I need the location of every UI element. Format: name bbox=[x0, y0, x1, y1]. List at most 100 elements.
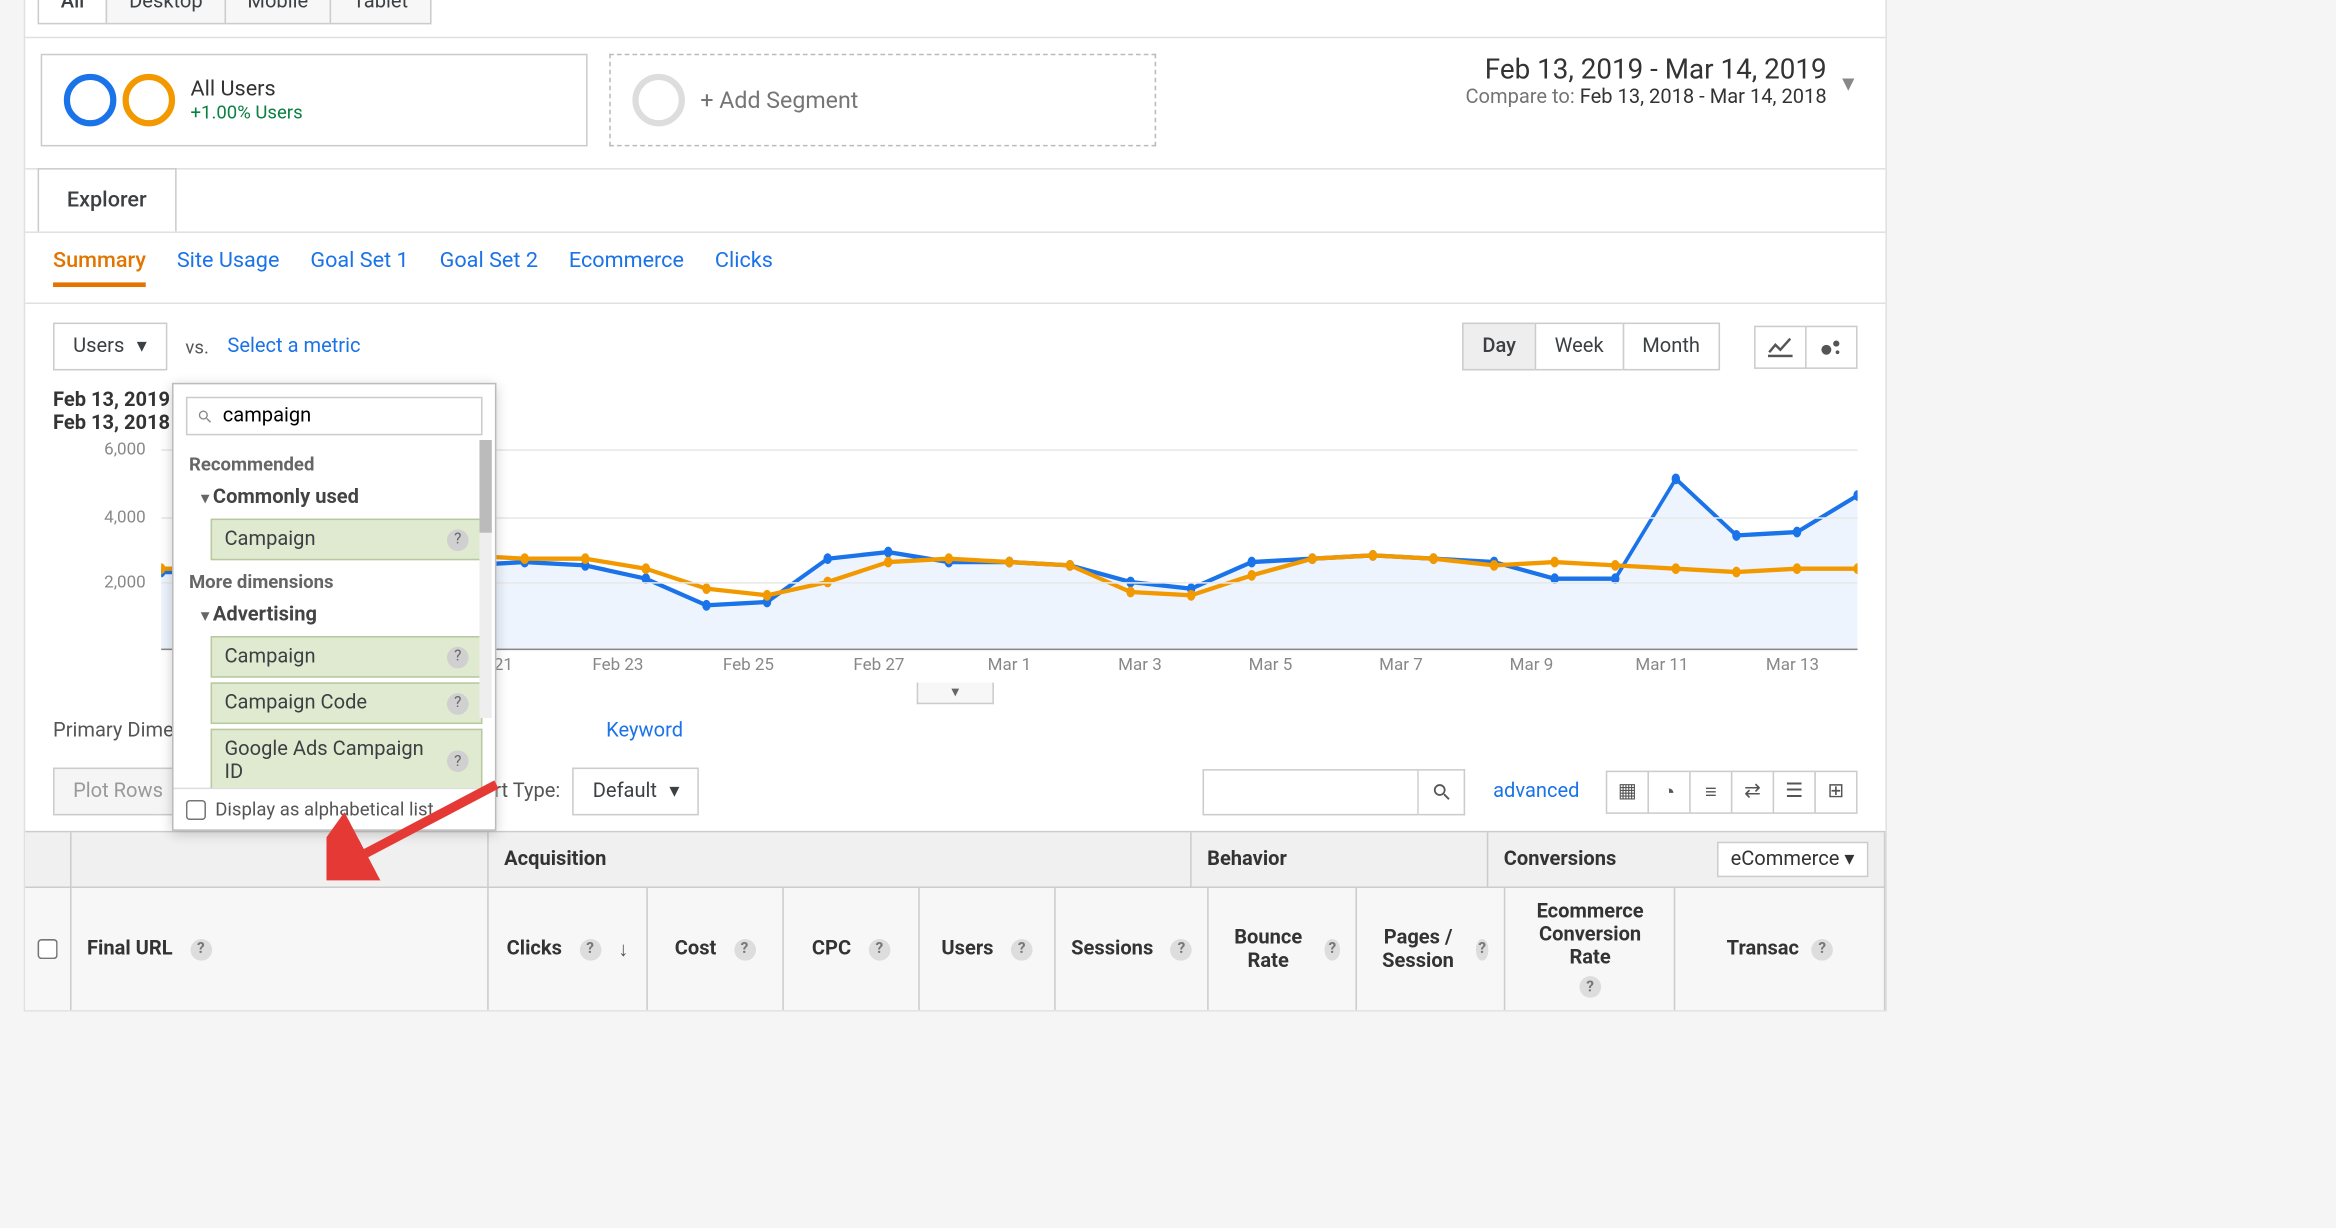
dimension-alpha-toggle[interactable]: Display as alphabetical list bbox=[174, 788, 495, 830]
device-tab-mobile[interactable]: Mobile bbox=[224, 0, 331, 24]
view-performance[interactable]: ≡ bbox=[1689, 770, 1732, 813]
summary-tab-goal1[interactable]: Goal Set 1 bbox=[310, 248, 408, 287]
dim-item-campaign[interactable]: Campaign? bbox=[211, 519, 483, 561]
summary-tab-clicks[interactable]: Clicks bbox=[715, 248, 773, 287]
dim-section-recommended: Recommended bbox=[186, 448, 483, 482]
motion-chart-button[interactable] bbox=[1805, 325, 1858, 368]
chart: Feb 13, 2019 Feb 13, 2018 6,000 4,000 2,… bbox=[53, 389, 1858, 683]
search-icon bbox=[197, 407, 214, 426]
dim-item-campaign-adv[interactable]: Campaign? bbox=[211, 636, 483, 678]
help-icon[interactable]: ? bbox=[1011, 938, 1033, 960]
line-chart-button[interactable] bbox=[1754, 325, 1807, 368]
summary-tab-site-usage[interactable]: Site Usage bbox=[177, 248, 280, 287]
chart-date-labels: Feb 13, 2019 Feb 13, 2018 bbox=[53, 389, 170, 435]
gran-month[interactable]: Month bbox=[1622, 323, 1720, 371]
checkbox-header bbox=[25, 832, 71, 886]
col-pages-session[interactable]: Pages / Session? bbox=[1358, 888, 1506, 1010]
plot-rows-button[interactable]: Plot Rows bbox=[53, 768, 183, 816]
metric-row: Users▾ vs. Select a metric Day Week Mont… bbox=[25, 304, 1885, 389]
device-tab-desktop[interactable]: Desktop bbox=[106, 0, 226, 24]
scrollbar[interactable] bbox=[479, 440, 491, 718]
col-users[interactable]: Users ? bbox=[920, 888, 1056, 1010]
col-cpc[interactable]: CPC ? bbox=[784, 888, 920, 1010]
help-icon[interactable]: ? bbox=[447, 529, 469, 551]
help-icon[interactable]: ? bbox=[1579, 976, 1601, 998]
col-ecr[interactable]: Ecommerce Conversion Rate? bbox=[1506, 888, 1676, 1010]
data-table: Acquisition Behavior Conversions eCommer… bbox=[25, 831, 1885, 1010]
advanced-link[interactable]: advanced bbox=[1493, 780, 1579, 803]
bubble-chart-icon bbox=[1819, 336, 1844, 358]
date-range-picker[interactable]: Feb 13, 2019 - Mar 14, 2019 Compare to: … bbox=[1465, 54, 1870, 110]
vs-label: vs. bbox=[185, 336, 208, 358]
summary-tabs: Summary Site Usage Goal Set 1 Goal Set 2… bbox=[25, 231, 1885, 304]
summary-tab-summary[interactable]: Summary bbox=[53, 248, 146, 287]
sort-type-dropdown[interactable]: Default▾ bbox=[573, 768, 700, 816]
col-transactions[interactable]: Transac? bbox=[1676, 888, 1886, 1010]
device-tabs: All Desktop Mobile Tablet bbox=[25, 0, 1885, 37]
view-data-table[interactable]: ▦ bbox=[1606, 770, 1649, 813]
device-tab-all[interactable]: All bbox=[38, 0, 108, 24]
segment-row: All Users +1.00% Users + Add Segment Feb… bbox=[25, 37, 1885, 168]
dimension-popover: Recommended Commonly used Campaign? More… bbox=[172, 383, 496, 831]
table-search-button[interactable] bbox=[1419, 768, 1465, 814]
select-metric-link[interactable]: Select a metric bbox=[227, 335, 360, 358]
table-header-groups: Acquisition Behavior Conversions eCommer… bbox=[25, 832, 1885, 888]
table-search-input[interactable] bbox=[1203, 768, 1419, 814]
date-compare: Compare to: Feb 13, 2018 - Mar 14, 2018 bbox=[1465, 86, 1826, 109]
explorer-tabs: Explorer bbox=[25, 168, 1885, 231]
chevron-down-icon: ▾ bbox=[137, 335, 147, 358]
col-clicks[interactable]: Clicks ? ↓ bbox=[489, 888, 648, 1010]
help-icon[interactable]: ? bbox=[447, 646, 469, 668]
view-term-cloud[interactable]: ☰ bbox=[1773, 770, 1816, 813]
time-granularity: Day Week Month bbox=[1464, 323, 1720, 371]
alpha-checkbox[interactable] bbox=[186, 799, 206, 819]
help-icon[interactable]: ? bbox=[447, 693, 469, 715]
device-tab-tablet[interactable]: Tablet bbox=[330, 0, 432, 24]
dim-item-ga-campaign-id[interactable]: Google Ads Campaign ID? bbox=[211, 729, 483, 788]
select-all-checkbox[interactable] bbox=[25, 888, 71, 1010]
explorer-tab[interactable]: Explorer bbox=[38, 168, 176, 231]
col-group-conversions: Conversions eCommerce ▾ bbox=[1488, 832, 1885, 886]
help-icon[interactable]: ? bbox=[868, 938, 890, 960]
help-icon[interactable]: ? bbox=[447, 751, 469, 773]
dimension-search[interactable] bbox=[186, 397, 483, 436]
conversions-dropdown[interactable]: eCommerce ▾ bbox=[1717, 842, 1869, 878]
help-icon[interactable]: ? bbox=[1475, 938, 1488, 960]
view-percentage[interactable]: ◔ bbox=[1647, 770, 1690, 813]
dim-section-more: More dimensions bbox=[186, 565, 483, 599]
gran-week[interactable]: Week bbox=[1535, 323, 1624, 371]
table-search bbox=[1203, 768, 1466, 814]
dimension-search-input[interactable] bbox=[223, 404, 472, 427]
col-final-url[interactable]: Final URL ? bbox=[72, 888, 489, 1010]
col-bounce-rate[interactable]: Bounce Rate? bbox=[1209, 888, 1357, 1010]
help-icon[interactable]: ? bbox=[190, 938, 212, 960]
summary-tab-ecommerce[interactable]: Ecommerce bbox=[569, 248, 684, 287]
segment-all-users[interactable]: All Users +1.00% Users bbox=[41, 54, 588, 147]
chart-expand-button[interactable]: ▾ bbox=[917, 683, 994, 705]
help-icon[interactable]: ? bbox=[1324, 938, 1340, 960]
gran-day[interactable]: Day bbox=[1462, 323, 1536, 371]
y-axis: 6,000 4,000 2,000 bbox=[68, 432, 145, 648]
sort-desc-icon: ↓ bbox=[618, 937, 628, 962]
chevron-down-icon: ▾ bbox=[669, 780, 679, 803]
primary-dim-keyword[interactable]: Keyword bbox=[606, 720, 683, 743]
col-group-dimension bbox=[72, 832, 489, 886]
col-cost[interactable]: Cost ? bbox=[648, 888, 784, 1010]
summary-tab-goal2[interactable]: Goal Set 2 bbox=[440, 248, 538, 287]
table-header-cols: Final URL ? Clicks ? ↓ Cost ? CPC ? User… bbox=[25, 888, 1885, 1010]
help-icon[interactable]: ? bbox=[1811, 938, 1833, 960]
dim-group-advertising[interactable]: Advertising bbox=[186, 599, 483, 631]
dim-item-campaign-code[interactable]: Campaign Code? bbox=[211, 683, 483, 725]
help-icon[interactable]: ? bbox=[1171, 938, 1193, 960]
help-icon[interactable]: ? bbox=[734, 938, 756, 960]
col-sessions[interactable]: Sessions ? bbox=[1056, 888, 1210, 1010]
view-pivot[interactable]: ⊞ bbox=[1814, 770, 1857, 813]
view-buttons: ▦ ◔ ≡ ⇄ ☰ ⊞ bbox=[1607, 770, 1857, 813]
chevron-down-icon: ▾ bbox=[1842, 67, 1854, 96]
add-segment-button[interactable]: + Add Segment bbox=[609, 54, 1156, 147]
help-icon[interactable]: ? bbox=[579, 938, 601, 960]
dim-group-commonly-used[interactable]: Commonly used bbox=[186, 482, 483, 514]
metric-dropdown[interactable]: Users▾ bbox=[53, 323, 167, 371]
view-comparison[interactable]: ⇄ bbox=[1731, 770, 1774, 813]
segment-subtitle: +1.00% Users bbox=[191, 102, 303, 124]
